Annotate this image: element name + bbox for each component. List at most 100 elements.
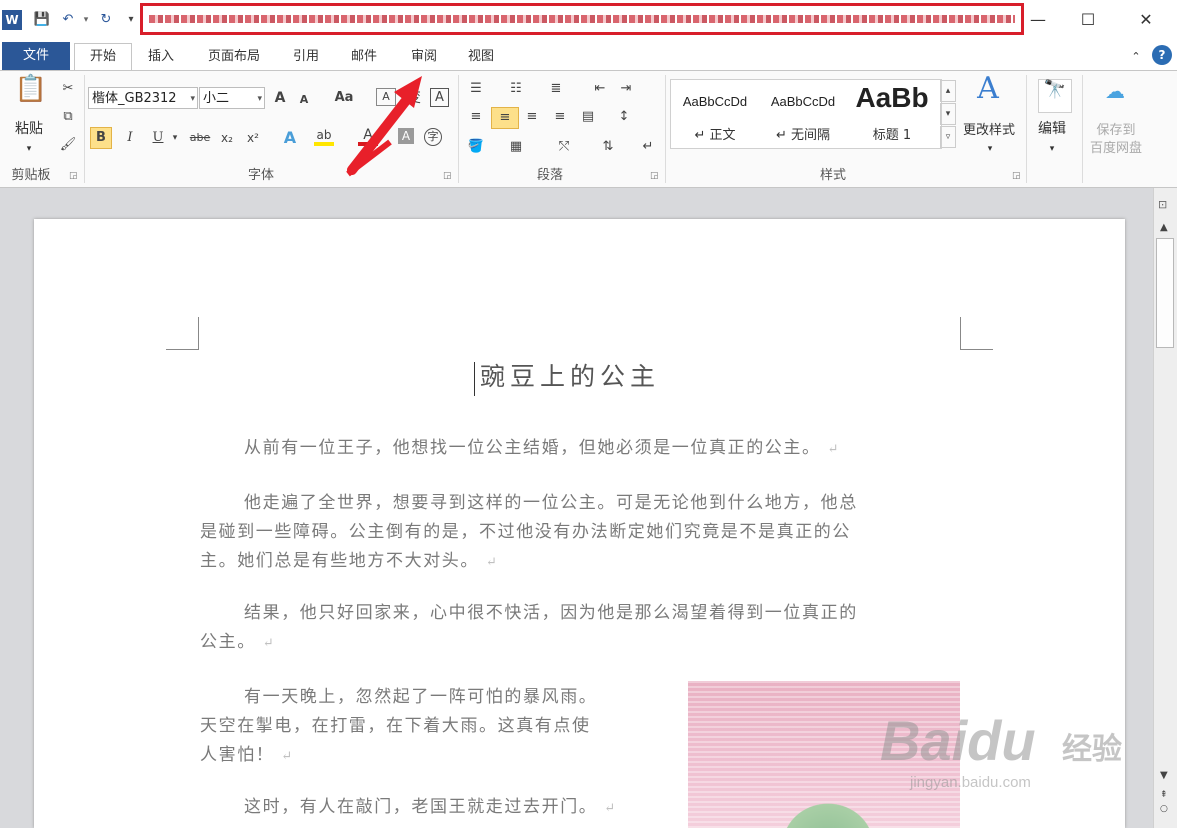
customize-toolbar-icon[interactable]: ▾: [124, 10, 138, 30]
font-size-combo[interactable]: 小二 ▾: [199, 87, 265, 109]
align-right-icon[interactable]: ≡: [522, 107, 542, 127]
font-name-value: 楷体_GB2312: [92, 91, 177, 106]
styles-scroll-down-icon[interactable]: ▾: [940, 103, 956, 125]
paragraph-line: 是碰到一些障碍。公主倒有的是，不过他没有办法断定她们究竟是不是真正的公: [200, 522, 851, 542]
paragraph-line: 有一天晚上，忽然起了一阵可怕的暴风雨。: [244, 687, 598, 707]
paste-button[interactable]: 粘贴: [6, 119, 52, 139]
margin-corner-marker: [960, 317, 993, 350]
save-to-baidu-button[interactable]: 保存到: [1086, 121, 1146, 141]
minimize-button[interactable]: —: [1018, 6, 1058, 34]
line-spacing-icon[interactable]: ↕: [614, 107, 634, 127]
distributed-icon[interactable]: ▤: [578, 107, 598, 127]
divider: [458, 75, 459, 183]
paragraph-group-label: 段落: [536, 168, 563, 183]
cut-icon[interactable]: ✂: [58, 79, 78, 99]
find-binoculars-icon[interactable]: 🔭: [1038, 79, 1072, 113]
select-browse-object-icon[interactable]: ○: [1160, 804, 1168, 814]
undo-icon[interactable]: ↶: [58, 10, 78, 30]
paragraph-line: 这时，有人在敲门，老国王就走过去开门。 ↵: [244, 797, 617, 817]
divider: [665, 75, 666, 183]
font-name-combo[interactable]: 楷体_GB2312 ▾: [88, 87, 198, 109]
subscript-button[interactable]: x₂: [217, 128, 237, 148]
document-title: 豌豆上的公主: [480, 362, 661, 391]
tab-page-layout[interactable]: 页面布局: [196, 44, 272, 70]
scroll-down-icon[interactable]: ▼: [1160, 770, 1168, 781]
styles-more-icon[interactable]: ▿: [940, 126, 956, 148]
grow-font-button[interactable]: A: [270, 88, 290, 108]
word-app-icon[interactable]: W: [2, 10, 22, 30]
redacted-title: [149, 15, 1015, 23]
paragraph-line: 公主。 ↵: [200, 632, 276, 652]
style-no-spacing[interactable]: AaBbCcDd ↵ 无间隔: [759, 80, 847, 148]
tab-file[interactable]: 文件: [2, 42, 70, 70]
multilevel-list-icon[interactable]: ≣: [546, 79, 566, 99]
editing-dropdown-icon[interactable]: ▾: [1042, 139, 1062, 159]
justify-icon[interactable]: ≡: [550, 107, 570, 127]
paste-icon[interactable]: 📋: [14, 76, 48, 113]
strikethrough-button[interactable]: abe: [188, 128, 212, 148]
previous-page-icon[interactable]: ⇞: [1160, 790, 1168, 800]
title-highlight-box: [140, 3, 1024, 35]
change-styles-dropdown-icon[interactable]: ▾: [980, 139, 1000, 159]
align-left-icon[interactable]: ≡: [466, 107, 486, 127]
baidu-watermark: Baidu 经验 jingyan.baidu.com: [880, 700, 1140, 810]
change-styles-icon[interactable]: A: [970, 74, 1006, 115]
numbering-icon[interactable]: ☷: [506, 79, 526, 99]
superscript-button[interactable]: x²: [243, 128, 263, 148]
tab-home[interactable]: 开始: [74, 43, 132, 70]
styles-launcher-icon[interactable]: ◲: [1012, 171, 1021, 181]
tab-insert[interactable]: 插入: [138, 44, 184, 70]
scroll-up-icon[interactable]: ▲: [1160, 222, 1168, 233]
chinese-layout-icon[interactable]: ⤲: [554, 137, 574, 157]
style-name: ↵ 无间隔: [775, 128, 831, 143]
style-heading-1[interactable]: AaBb 标题 1: [847, 80, 937, 148]
watermark-cn: 经验: [1062, 733, 1122, 766]
close-button[interactable]: ✕: [1126, 6, 1166, 34]
chevron-down-icon: ▾: [257, 94, 262, 104]
style-sample: AaBbCcDd: [682, 94, 748, 109]
align-center-icon[interactable]: ≡: [491, 107, 519, 129]
style-sample: AaBbCcDd: [770, 94, 836, 109]
collapse-ribbon-icon[interactable]: ⌃: [1126, 44, 1146, 70]
shading-icon[interactable]: 🪣: [466, 137, 486, 157]
decrease-indent-icon[interactable]: ⇤: [590, 79, 610, 99]
editing-button[interactable]: 编辑: [1030, 119, 1074, 139]
increase-indent-icon[interactable]: ⇥: [616, 79, 636, 99]
ruler-toggle-icon[interactable]: ⊡: [1158, 198, 1167, 211]
scrollbar-thumb[interactable]: [1156, 238, 1174, 348]
underline-button[interactable]: U: [148, 128, 168, 148]
red-annotation-arrow-icon: [346, 76, 422, 177]
clipboard-launcher-icon[interactable]: ◲: [69, 171, 78, 181]
paste-dropdown-icon[interactable]: ▾: [6, 139, 52, 159]
text-effect-icon[interactable]: A: [280, 128, 300, 148]
tab-view[interactable]: 视图: [458, 44, 504, 70]
italic-button[interactable]: I: [120, 128, 140, 148]
ribbon: 📋 粘贴 ▾ ✂ ⧉ 🖌 剪贴板 ◲ 楷体_GB2312 ▾ 小二 ▾ A A Aa…: [0, 70, 1177, 188]
styles-scroll-up-icon[interactable]: ▴: [940, 80, 956, 102]
sort-icon[interactable]: ⇅: [598, 137, 618, 157]
cloud-icon[interactable]: ☁: [1098, 81, 1132, 111]
save-icon[interactable]: 💾: [32, 10, 52, 30]
watermark-url: jingyan.baidu.com: [910, 774, 1031, 791]
undo-dropdown-icon[interactable]: ▾: [80, 10, 92, 30]
redo-icon[interactable]: ↻: [96, 10, 116, 30]
show-marks-icon[interactable]: ↵: [638, 137, 658, 157]
paragraph-line: 他走遍了全世界，想要寻到这样的一位公主。可是无论他到什么地方，他总: [244, 493, 858, 513]
bullets-icon[interactable]: ☰: [466, 79, 486, 99]
bold-button[interactable]: B: [90, 127, 112, 149]
paragraph-line: 从前有一位王子，他想找一位公主结婚，但她必须是一位真正的公主。 ↵: [244, 438, 841, 458]
divider: [1082, 75, 1083, 183]
font-launcher-icon[interactable]: ◲: [443, 171, 452, 181]
change-styles-button[interactable]: 更改样式: [956, 121, 1022, 141]
format-painter-icon[interactable]: 🖌: [58, 135, 78, 155]
borders-icon[interactable]: ▦: [506, 137, 526, 157]
underline-dropdown-icon[interactable]: ▾: [170, 128, 180, 148]
copy-icon[interactable]: ⧉: [58, 107, 78, 127]
font-size-value: 小二: [203, 91, 230, 106]
paragraph-launcher-icon[interactable]: ◲: [650, 171, 659, 181]
shrink-font-button[interactable]: A: [294, 90, 314, 110]
maximize-button[interactable]: ☐: [1068, 6, 1108, 34]
style-normal[interactable]: AaBbCcDd ↵ 正文: [671, 80, 759, 148]
tab-references[interactable]: 引用: [282, 44, 330, 70]
help-icon[interactable]: ?: [1152, 45, 1172, 65]
